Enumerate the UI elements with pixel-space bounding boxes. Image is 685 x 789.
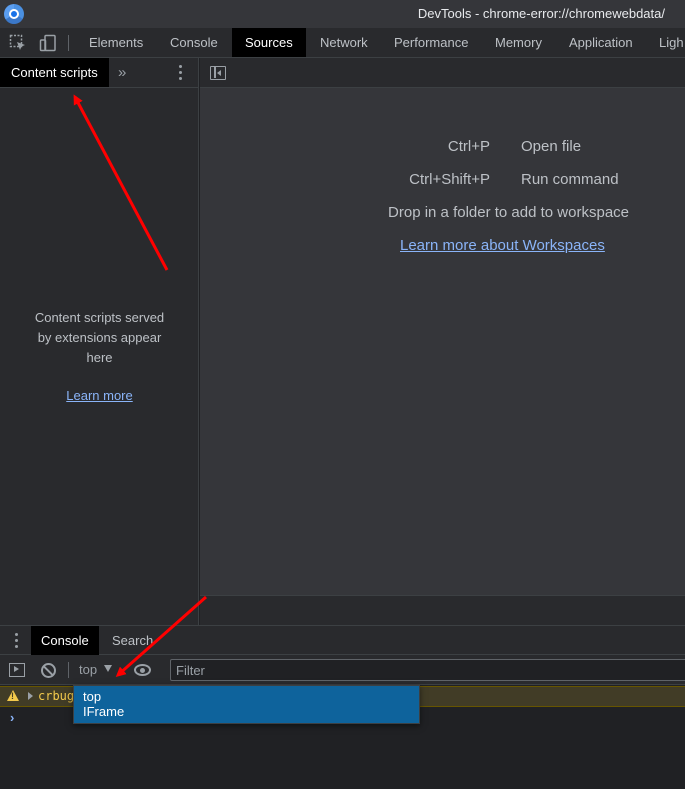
warning-icon — [7, 690, 19, 701]
tab-elements[interactable]: Elements — [76, 28, 156, 57]
drawer-tab-console[interactable]: Console — [31, 626, 99, 655]
warning-text: crbug — [38, 689, 75, 703]
drawer-tabbar: Console Search — [0, 625, 685, 655]
tab-memory[interactable]: Memory — [482, 28, 555, 57]
editor-toolbar — [200, 58, 685, 88]
context-selector[interactable]: top — [79, 662, 97, 677]
toolbar-separator — [68, 662, 69, 678]
main-tabbar: Elements Console Sources Network Perform… — [0, 28, 685, 58]
window-titlebar: DevTools - chrome-error://chromewebdata/ — [0, 0, 685, 28]
console-filter-input[interactable] — [170, 659, 685, 681]
drawer-tab-search[interactable]: Search — [102, 626, 163, 655]
live-expression-eye-icon[interactable] — [134, 664, 151, 676]
more-tabs-chevron-icon[interactable]: » — [118, 64, 126, 81]
sources-navigator: Content scripts » Content scripts served… — [0, 58, 199, 625]
shortcut-label: Open file — [521, 138, 582, 155]
tab-console[interactable]: Console — [157, 28, 231, 57]
empty-message-line: here — [86, 350, 113, 365]
drop-folder-hint: Drop in a folder to add to workspace — [388, 204, 629, 221]
tab-performance[interactable]: Performance — [381, 28, 481, 57]
workspaces-link[interactable]: Learn more about Workspaces — [400, 237, 605, 254]
console-prompt-icon[interactable]: › — [10, 710, 14, 725]
expand-triangle-icon[interactable] — [28, 692, 33, 700]
shortcut-label: Run command — [521, 171, 619, 188]
context-option-iframe[interactable]: IFrame — [83, 704, 124, 719]
empty-message-line: Content scripts served — [34, 310, 165, 325]
console-toolbar: top — [0, 655, 685, 685]
learn-more-link[interactable]: Learn more — [0, 388, 199, 403]
navigator-menu-icon[interactable] — [179, 65, 183, 81]
tab-lighthouse[interactable]: Ligh — [646, 28, 685, 57]
empty-message-line: by extensions appear — [37, 330, 162, 345]
editor-footer — [200, 595, 685, 625]
tab-application[interactable]: Application — [556, 28, 646, 57]
clear-console-icon[interactable] — [41, 663, 56, 678]
tab-network[interactable]: Network — [307, 28, 381, 57]
editor-area: Ctrl+P Open file Ctrl+Shift+P Run comman… — [200, 58, 685, 625]
context-dropdown-list[interactable]: top IFrame — [73, 685, 420, 724]
device-toolbar-icon[interactable] — [39, 34, 57, 52]
shortcut-key: Ctrl+Shift+P — [409, 171, 490, 188]
console-sidebar-icon[interactable] — [9, 663, 25, 677]
content-scripts-empty-message: Content scripts served by extensions app… — [0, 308, 199, 368]
context-dropdown-arrow-icon[interactable] — [104, 665, 112, 672]
chrome-logo-icon — [4, 4, 24, 24]
navigator-tabbar: Content scripts » — [0, 58, 199, 88]
shortcut-key: Ctrl+P — [447, 138, 490, 155]
toolbar-separator — [68, 35, 69, 51]
window-title: DevTools - chrome-error://chromewebdata/ — [417, 6, 665, 21]
context-option-top[interactable]: top — [83, 689, 101, 704]
inspect-element-icon[interactable] — [9, 34, 27, 52]
tab-content-scripts[interactable]: Content scripts — [0, 58, 109, 87]
tab-sources[interactable]: Sources — [232, 28, 306, 57]
drawer-menu-icon[interactable] — [15, 633, 19, 651]
toggle-navigator-icon[interactable] — [210, 66, 226, 80]
